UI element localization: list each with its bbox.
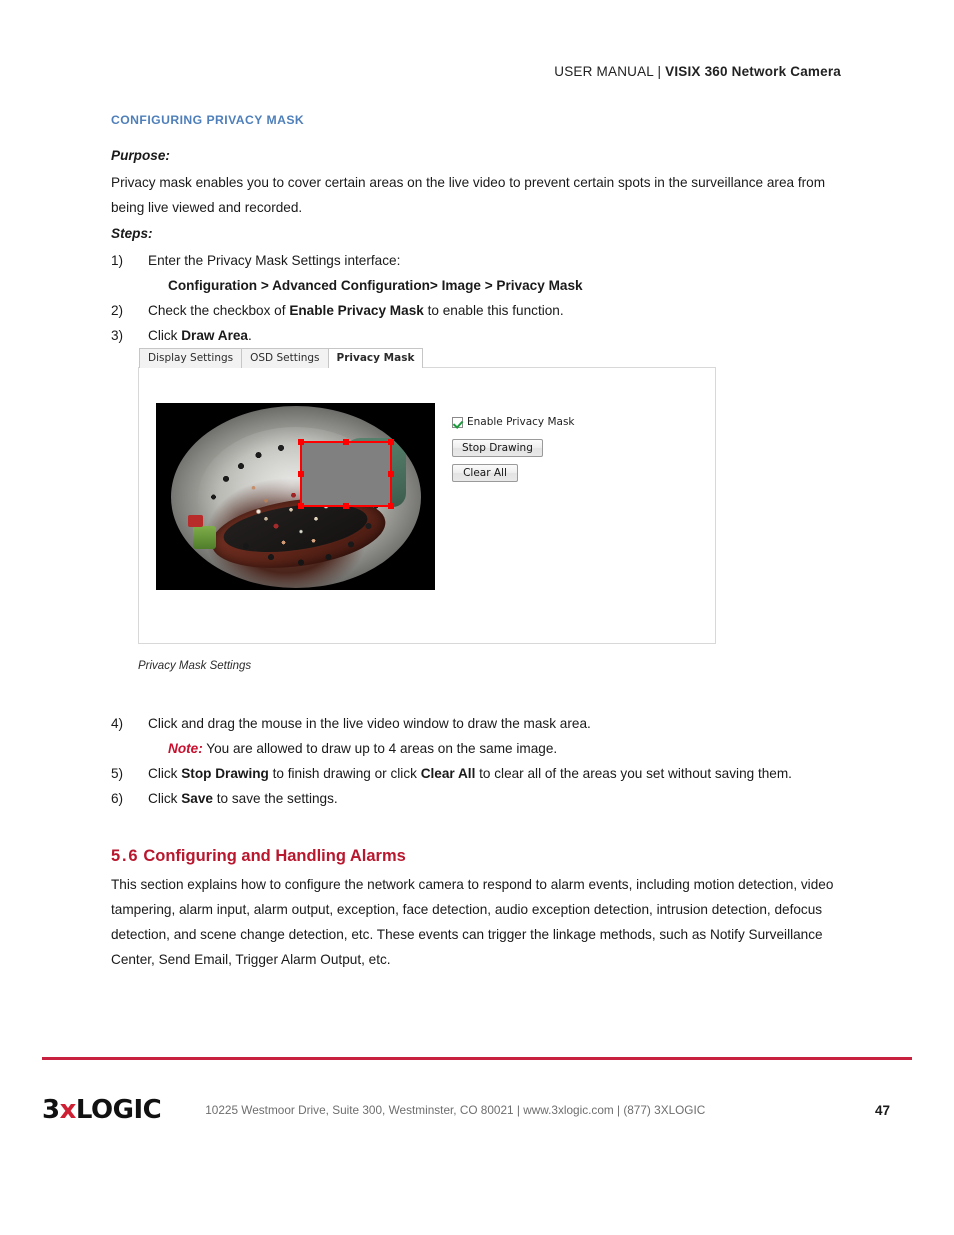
enable-privacy-mask-row[interactable]: Enable Privacy Mask bbox=[452, 416, 652, 428]
step-text-post: to clear all of the areas you set withou… bbox=[475, 766, 792, 781]
note-line: Note: You are allowed to draw up to 4 ar… bbox=[168, 736, 856, 761]
step-number: 1) bbox=[111, 253, 124, 268]
step1-config-path-text: Configuration > Advanced Configuration> … bbox=[168, 278, 583, 293]
purpose-label: Purpose: bbox=[111, 148, 170, 163]
figure-tabbar: Display Settings OSD Settings Privacy Ma… bbox=[139, 348, 716, 368]
step-text-mid: to finish drawing or click bbox=[268, 766, 421, 781]
step-item: 1) Enter the Privacy Mask Settings inter… bbox=[111, 248, 851, 273]
step-number: 3) bbox=[111, 328, 124, 343]
step-text-post: . bbox=[247, 328, 252, 343]
mask-handle-bottom-left[interactable] bbox=[298, 503, 304, 509]
steps-list-upper-2: 2) Check the checkbox of Enable Privacy … bbox=[111, 298, 851, 348]
step-text-bold: Draw Area bbox=[181, 328, 248, 343]
tab-display-settings[interactable]: Display Settings bbox=[139, 348, 243, 368]
footer-address: 10225 Westmoor Drive, Suite 300, Westmin… bbox=[205, 1103, 706, 1117]
steps-list-lower-2: 5) Click Stop Drawing to finish drawing … bbox=[111, 761, 856, 811]
page-header-prefix: USER MANUAL | bbox=[554, 64, 666, 79]
step-item: 6) Click Save to save the settings. bbox=[111, 786, 856, 811]
mask-handle-top-right[interactable] bbox=[388, 439, 394, 445]
privacy-mask-rectangle[interactable] bbox=[298, 439, 394, 509]
privacy-mask-figure: Display Settings OSD Settings Privacy Ma… bbox=[138, 348, 716, 644]
page-footer: 3xLOGIC 10225 Westmoor Drive, Suite 300,… bbox=[42, 1090, 912, 1130]
section-56-heading: 5.6 Configuring and Handling Alarms bbox=[111, 847, 856, 866]
step-text-pre: Check the checkbox of bbox=[148, 303, 290, 318]
step1-config-path: Configuration > Advanced Configuration> … bbox=[168, 273, 851, 298]
mask-handle-bottom-right[interactable] bbox=[388, 503, 394, 509]
content-lower: 4) Click and drag the mouse in the live … bbox=[111, 705, 856, 974]
section-56-title: Configuring and Handling Alarms bbox=[143, 847, 406, 865]
tab-osd-settings[interactable]: OSD Settings bbox=[241, 348, 329, 368]
mask-handle-middle-right[interactable] bbox=[388, 471, 394, 477]
step-text-pre: Click bbox=[148, 766, 182, 781]
mask-handle-middle-left[interactable] bbox=[298, 471, 304, 477]
page-header-title: VISIX 360 Network Camera bbox=[665, 64, 841, 79]
step-text-post: to save the settings. bbox=[212, 791, 338, 806]
step-number: 2) bbox=[111, 303, 124, 318]
step-text: Click Draw Area. bbox=[148, 323, 851, 348]
step-text: Check the checkbox of Enable Privacy Mas… bbox=[148, 298, 851, 323]
step-text-bold: Enable Privacy Mask bbox=[289, 303, 424, 318]
step-text-bold2: Clear All bbox=[420, 766, 476, 781]
step-text-bold: Stop Drawing bbox=[181, 766, 269, 781]
step-item: 2) Check the checkbox of Enable Privacy … bbox=[111, 298, 851, 323]
mask-handle-top-center[interactable] bbox=[343, 439, 349, 445]
clear-all-button[interactable]: Clear All bbox=[452, 464, 518, 482]
figure-caption: Privacy Mask Settings bbox=[138, 660, 252, 672]
privacy-mask-panel: Enable Privacy Mask Stop Drawing Clear A… bbox=[138, 367, 716, 644]
page-header: USER MANUAL | VISIX 360 Network Camera bbox=[0, 64, 841, 79]
step-text: Click Stop Drawing to finish drawing or … bbox=[148, 761, 856, 786]
step-text: Click Save to save the settings. bbox=[148, 786, 856, 811]
content-upper: CONFIGURING PRIVACY MASK Purpose: Privac… bbox=[111, 113, 851, 348]
step-text-post: to enable this function. bbox=[423, 303, 564, 318]
footer-rule bbox=[42, 1057, 912, 1060]
steps-label: Steps: bbox=[111, 226, 153, 241]
purpose-text: Privacy mask enables you to cover certai… bbox=[111, 175, 826, 215]
fisheye-red-object bbox=[188, 514, 203, 528]
mask-handle-top-left[interactable] bbox=[298, 439, 304, 445]
step-text: Click and drag the mouse in the live vid… bbox=[148, 716, 591, 731]
steps-list-lower: 4) Click and drag the mouse in the live … bbox=[111, 711, 856, 736]
stop-drawing-button[interactable]: Stop Drawing bbox=[452, 439, 543, 457]
step-text: Enter the Privacy Mask Settings interfac… bbox=[148, 253, 401, 268]
logo-part-1: 3 bbox=[42, 1095, 60, 1125]
page-number: 47 bbox=[874, 1102, 890, 1118]
company-logo: 3xLOGIC bbox=[42, 1095, 162, 1125]
step-number: 5) bbox=[111, 766, 124, 781]
step-number: 4) bbox=[111, 716, 124, 731]
section-heading: CONFIGURING PRIVACY MASK bbox=[111, 113, 305, 127]
enable-privacy-mask-label: Enable Privacy Mask bbox=[467, 416, 575, 428]
mask-handle-bottom-center[interactable] bbox=[343, 503, 349, 509]
step-number: 6) bbox=[111, 791, 124, 806]
note-text: You are allowed to draw up to 4 areas on… bbox=[202, 741, 558, 756]
note-label: Note: bbox=[168, 741, 203, 756]
tab-privacy-mask[interactable]: Privacy Mask bbox=[327, 348, 424, 368]
logo-part-x: x bbox=[59, 1095, 77, 1125]
enable-privacy-mask-checkbox[interactable] bbox=[452, 416, 463, 428]
section-56-body: This section explains how to configure t… bbox=[111, 877, 834, 967]
step-text-bold: Save bbox=[181, 791, 213, 806]
step-item: 3) Click Draw Area. bbox=[111, 323, 851, 348]
step-item: 5) Click Stop Drawing to finish drawing … bbox=[111, 761, 856, 786]
steps-list-upper: 1) Enter the Privacy Mask Settings inter… bbox=[111, 248, 851, 273]
step-text-pre: Click bbox=[148, 328, 182, 343]
privacy-mask-controls: Enable Privacy Mask Stop Drawing Clear A… bbox=[452, 416, 652, 489]
logo-part-2: LOGIC bbox=[75, 1095, 162, 1125]
section-56-number: 5.6 bbox=[111, 847, 140, 865]
fisheye-plant bbox=[193, 525, 216, 550]
step-text-pre: Click bbox=[148, 791, 182, 806]
step-item: 4) Click and drag the mouse in the live … bbox=[111, 711, 856, 736]
live-video-window[interactable] bbox=[156, 403, 435, 590]
